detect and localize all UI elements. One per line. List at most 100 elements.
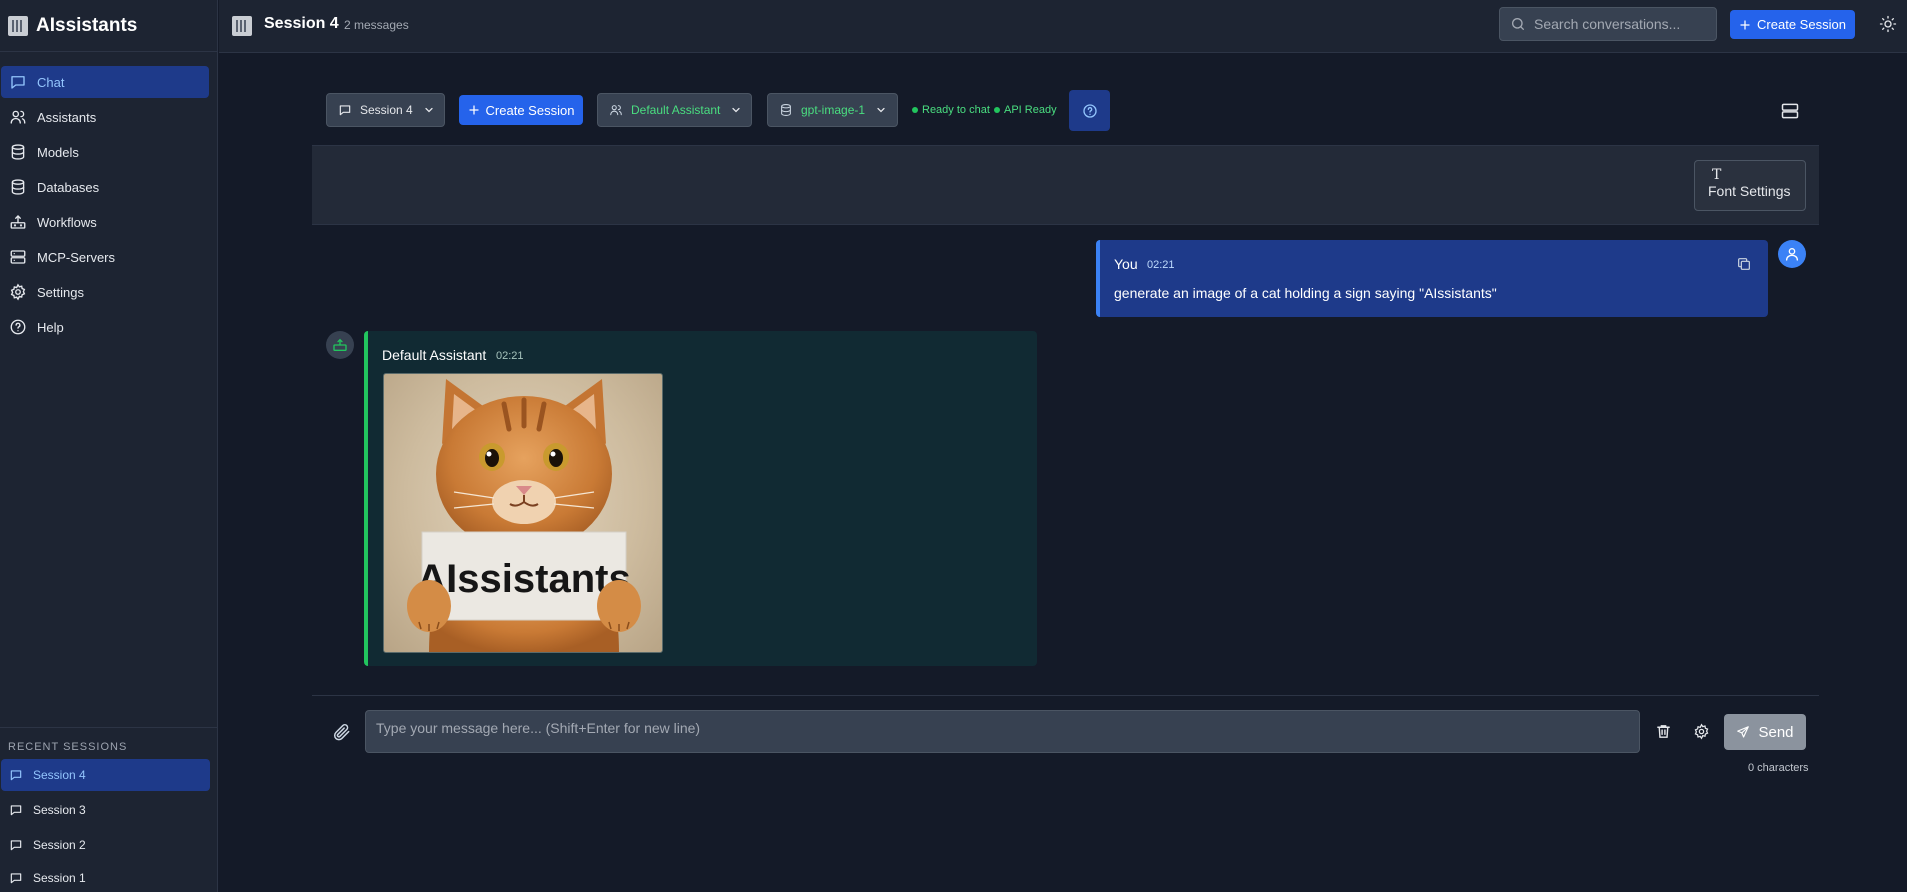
sidebar-item-label: Databases xyxy=(37,179,100,195)
sidebar-item-label: Settings xyxy=(37,284,84,300)
help-icon xyxy=(1082,103,1097,118)
cat-illustration: AIssistants xyxy=(407,379,641,652)
status-dot-icon xyxy=(912,107,918,113)
sidebar-item-mcp-servers[interactable]: MCP-Servers xyxy=(1,241,209,273)
sidebar-item-settings[interactable]: Settings xyxy=(1,276,209,308)
users-icon xyxy=(610,105,622,116)
app-logo-icon xyxy=(8,15,28,36)
font-settings-label: Font Settings xyxy=(1708,183,1791,199)
sidebar-item-help[interactable]: Help xyxy=(1,311,209,343)
chat-toolbar: Session 4 Create Session Default Assista… xyxy=(326,90,1826,131)
sidebar-item-label: Assistants xyxy=(37,109,97,125)
recent-session-item[interactable]: Session 3 xyxy=(1,794,210,826)
send-button[interactable]: Send xyxy=(1724,714,1806,750)
font-settings-bar: T Font Settings xyxy=(312,145,1819,225)
help-icon xyxy=(10,319,26,335)
database-icon xyxy=(11,144,25,160)
recent-session-label: Session 3 xyxy=(33,803,86,817)
create-session-button[interactable]: Create Session xyxy=(1730,10,1855,39)
message-text: generate an image of a cat holding a sig… xyxy=(1114,285,1497,301)
brand: AIssistants xyxy=(0,0,217,52)
status-ready-badge: Ready to chat xyxy=(912,104,990,116)
database-icon xyxy=(781,104,791,116)
message-time: 02:21 xyxy=(1147,259,1175,271)
sidebar-item-chat[interactable]: Chat xyxy=(1,66,209,98)
message-time: 02:21 xyxy=(496,350,524,362)
send-label: Send xyxy=(1758,723,1794,741)
trash-icon[interactable] xyxy=(1655,723,1672,740)
server-icon xyxy=(10,250,26,264)
sidebar-item-databases[interactable]: Databases xyxy=(1,171,209,203)
search-icon xyxy=(1512,18,1524,30)
recent-session-item[interactable]: Session 2 xyxy=(1,829,210,861)
model-select-value: gpt-image-1 xyxy=(801,103,866,117)
plus-icon xyxy=(468,105,479,115)
database-icon xyxy=(11,179,25,195)
sidebar-item-label: Help xyxy=(37,319,64,335)
create-session-label: Create Session xyxy=(485,102,575,118)
sidebar-item-assistants[interactable]: Assistants xyxy=(1,101,209,133)
sidebar-item-label: Workflows xyxy=(37,214,97,230)
character-count: 0 characters xyxy=(1748,762,1809,774)
assistant-message: Default Assistant 02:21 AIssistants xyxy=(364,331,1037,666)
text-type-icon: T xyxy=(1712,167,1722,183)
sidebar-item-label: Chat xyxy=(37,74,65,90)
sidebar-nav: Chat Assistants Models Databases Workflo… xyxy=(0,66,217,343)
session-select-value: Session 4 xyxy=(360,103,413,117)
assistant-select[interactable]: Default Assistant xyxy=(597,93,752,127)
session-icon xyxy=(232,16,252,36)
composer-divider xyxy=(312,695,1819,696)
message-input[interactable] xyxy=(365,710,1640,753)
help-button[interactable] xyxy=(1069,90,1110,131)
sidebar-item-label: Models xyxy=(37,144,79,160)
app-name: AIssistants xyxy=(36,14,138,36)
create-session-label: Create Session xyxy=(1757,17,1846,32)
chevron-down-icon xyxy=(732,107,741,113)
layout-toggle-icon[interactable] xyxy=(1780,101,1800,121)
send-icon xyxy=(1737,726,1750,738)
recent-sessions-title: RECENT SESSIONS xyxy=(8,741,128,753)
paperclip-icon[interactable] xyxy=(332,722,352,742)
recent-session-label: Session 2 xyxy=(33,838,86,852)
search-box[interactable] xyxy=(1499,7,1717,41)
user-avatar xyxy=(1778,240,1806,268)
user-icon xyxy=(1786,248,1798,261)
recent-session-item[interactable]: Session 4 xyxy=(1,759,210,791)
status-api-label: API Ready xyxy=(1004,104,1057,116)
gear-icon xyxy=(10,283,26,301)
chat-icon xyxy=(11,76,25,89)
chat-icon xyxy=(10,770,22,781)
sidebar-item-models[interactable]: Models xyxy=(1,136,209,168)
chevron-down-icon xyxy=(425,107,433,113)
recent-sessions: RECENT SESSIONS Session 4 Session 3 Sess… xyxy=(0,727,218,892)
chat-icon xyxy=(10,873,22,884)
recent-session-label: Session 4 xyxy=(33,768,86,782)
chevron-down-icon xyxy=(877,107,885,113)
bot-icon xyxy=(333,338,347,351)
assistant-avatar xyxy=(326,331,354,359)
top-header: Session 4 2 messages Create Session xyxy=(219,0,1907,53)
chat-icon xyxy=(339,105,351,116)
message-author: You xyxy=(1114,256,1138,272)
sidebar: AIssistants Chat Assistants Models Datab… xyxy=(0,0,218,892)
status-ready-label: Ready to chat xyxy=(922,104,990,116)
user-message: You 02:21 generate an image of a cat hol… xyxy=(1096,240,1768,317)
copy-icon[interactable] xyxy=(1736,256,1752,272)
create-session-button[interactable]: Create Session xyxy=(459,95,583,125)
sign-text: AIssistants xyxy=(417,557,630,601)
status-dot-icon xyxy=(994,107,1000,113)
font-settings-button[interactable]: T Font Settings xyxy=(1694,160,1806,211)
model-select[interactable]: gpt-image-1 xyxy=(767,93,898,127)
message-count: 2 messages xyxy=(344,18,409,32)
session-title: Session 4 xyxy=(264,15,339,32)
sidebar-item-workflows[interactable]: Workflows xyxy=(1,206,209,238)
chat-icon xyxy=(10,840,22,851)
session-select[interactable]: Session 4 xyxy=(326,93,445,127)
sun-icon[interactable] xyxy=(1879,15,1897,33)
gear-icon[interactable] xyxy=(1693,723,1710,740)
plus-icon xyxy=(1740,19,1750,30)
generated-cat-image[interactable]: AIssistants xyxy=(383,373,663,653)
recent-session-item[interactable]: Session 1 xyxy=(1,864,210,892)
search-input[interactable] xyxy=(1534,16,1704,32)
chat-icon xyxy=(10,805,22,816)
